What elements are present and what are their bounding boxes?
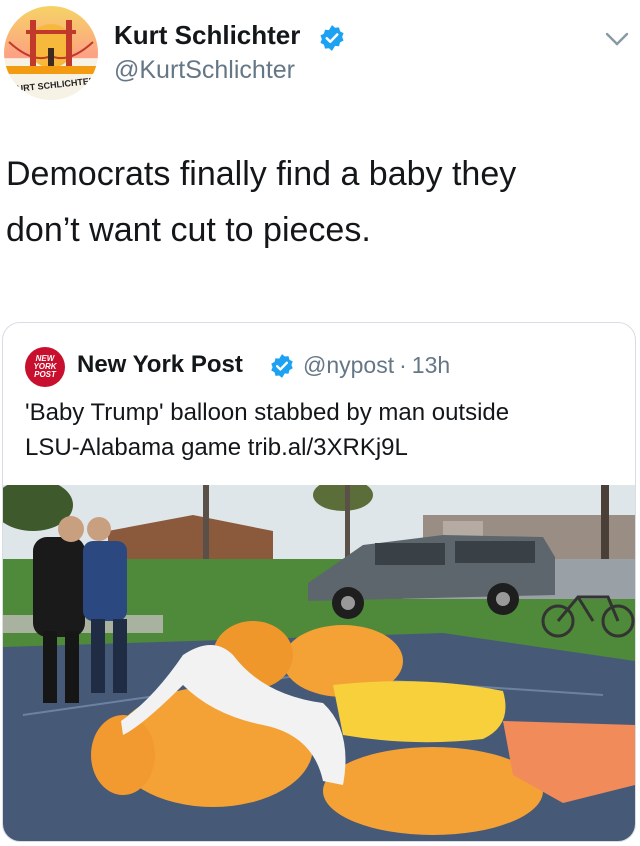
quoted-tweet-body: 'Baby Trump' balloon stabbed by man outs… xyxy=(25,395,625,465)
nypost-logo-text: NEW YORK POST xyxy=(33,354,57,379)
tweet-text-line-1: Democrats finally find a baby they xyxy=(6,155,517,193)
quoted-text-line-2: LSU-Alabama game trib.al/3XRKj9L xyxy=(25,434,408,461)
quoted-photo[interactable] xyxy=(3,485,635,841)
author-handle[interactable]: @KurtSchlichter xyxy=(114,56,295,85)
quoted-tweet-card[interactable]: NEW YORK POST New York Post @nypost · 13h … xyxy=(2,322,636,842)
nypost-logo[interactable]: NEW YORK POST xyxy=(25,347,65,387)
quoted-author-handle[interactable]: @nypost xyxy=(303,352,394,378)
quoted-verified-badge-icon xyxy=(271,354,293,378)
chevron-down-icon[interactable] xyxy=(604,30,630,48)
tweet-text-line-2: don’t want cut to pieces. xyxy=(6,211,371,249)
quoted-author-name[interactable]: New York Post xyxy=(77,351,243,379)
quoted-separator: · xyxy=(399,352,407,378)
tweet-body: Democrats finally find a baby they don’t… xyxy=(6,146,606,258)
author-display-name[interactable]: Kurt Schlichter xyxy=(114,20,300,51)
verified-badge-icon xyxy=(320,25,344,51)
quoted-timestamp[interactable]: 13h xyxy=(412,352,450,378)
quoted-meta: @nypost · 13h xyxy=(303,352,450,379)
author-avatar[interactable]: KURT SCHLICHTER xyxy=(4,6,98,100)
tweet-header: KURT SCHLICHTER Kurt Schlichter @KurtSch… xyxy=(0,0,640,110)
quoted-text-line-1: 'Baby Trump' balloon stabbed by man outs… xyxy=(25,399,510,426)
